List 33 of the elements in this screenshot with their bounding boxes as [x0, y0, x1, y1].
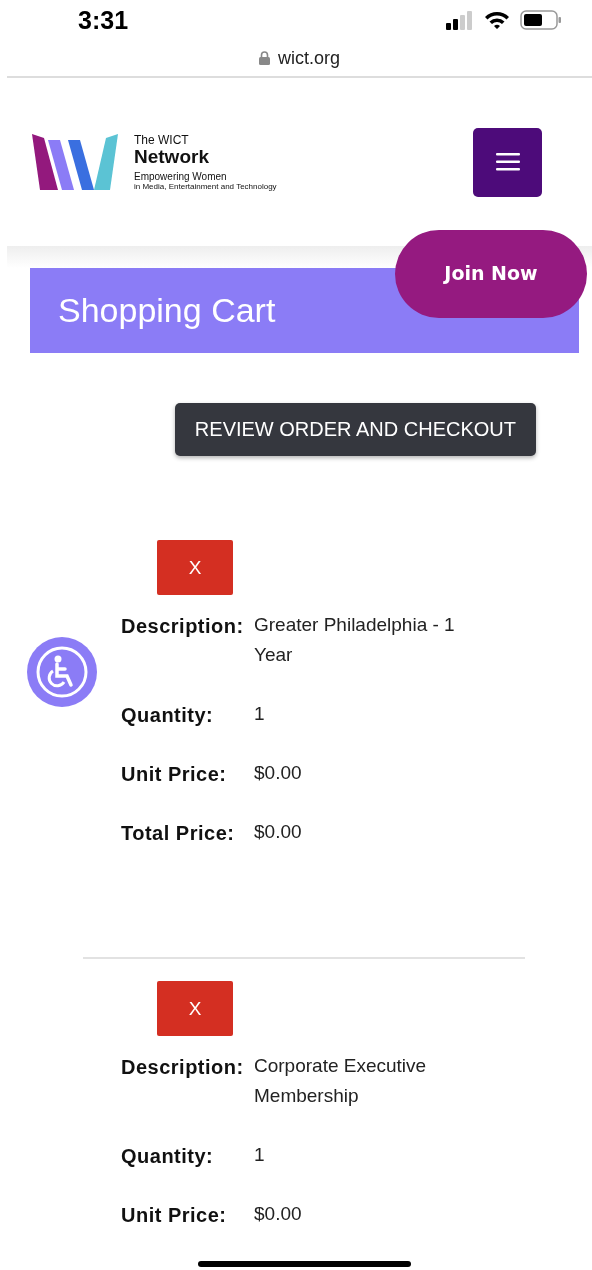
lock-icon	[259, 51, 270, 65]
logo-icon[interactable]	[32, 132, 118, 192]
field-label: Quantity:	[121, 704, 215, 727]
wifi-icon	[484, 10, 510, 30]
battery-icon	[520, 10, 562, 30]
logo-text: The WICT	[134, 133, 190, 147]
field-label: Description:	[121, 1056, 245, 1079]
checkout-button[interactable]: REVIEW ORDER AND CHECKOUT	[174, 403, 536, 456]
remove-button[interactable]: X	[157, 981, 233, 1036]
field-label: Quantity:	[121, 1145, 215, 1168]
url-text[interactable]: wict.org	[278, 47, 340, 69]
wheelchair-icon	[36, 646, 88, 698]
field-label: Description:	[121, 615, 245, 638]
field-value: $0.00	[254, 820, 303, 844]
page-title: Shopping Cart	[58, 291, 276, 330]
logo-tagline: Empowering Women	[134, 171, 228, 182]
remove-button[interactable]: X	[157, 540, 233, 595]
field-value: 1	[254, 702, 266, 726]
field-value: Greater Philadelphia - 1 Year	[254, 613, 456, 667]
field-value: $0.00	[254, 1202, 303, 1226]
field-value: 1	[254, 1143, 266, 1167]
logo-text: Network	[134, 147, 210, 166]
field-label: Unit Price:	[121, 763, 228, 786]
status-time: 3:31	[78, 5, 129, 35]
field-value: Corporate Executive Membership	[254, 1054, 428, 1108]
menu-button[interactable]	[473, 127, 542, 197]
join-button[interactable]: Join Now	[395, 230, 587, 318]
field-value: $0.00	[254, 761, 303, 785]
field-label: Total Price:	[121, 822, 236, 845]
field-label: Unit Price:	[121, 1204, 228, 1227]
menu-icon	[495, 153, 520, 171]
signal-icon	[446, 10, 474, 30]
logo-subtitle: in Media, Entertainment and Technology	[134, 182, 277, 191]
